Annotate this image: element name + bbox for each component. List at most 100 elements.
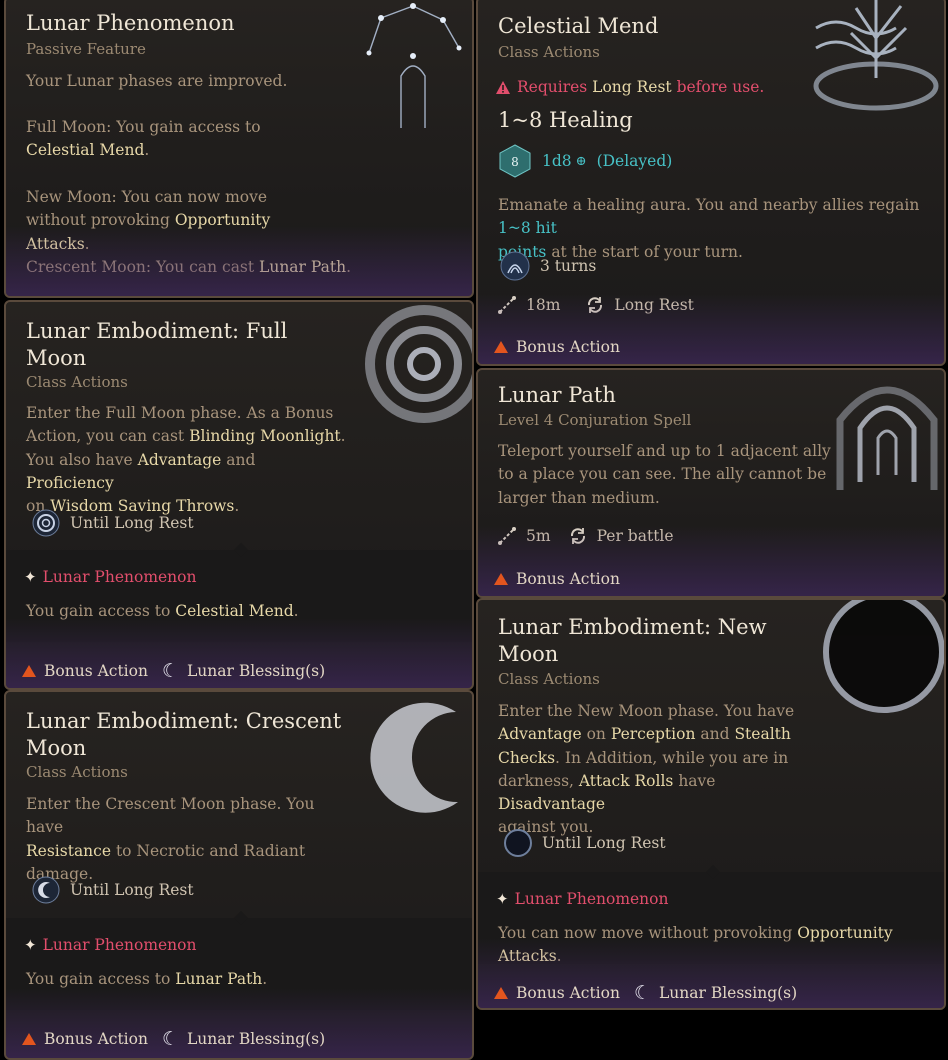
desc-text: to Necrotic and Radiant [111,841,306,860]
description: Teleport yourself and up to 1 adjacent a… [498,440,838,510]
passive-section [6,918,472,1010]
range-label: 18m [526,296,561,314]
desc-line-2: to a place you can see. The ally cannot … [498,465,827,484]
crescent-moon-icon [370,702,458,813]
warning-icon [496,80,510,94]
celestial-mend-link[interactable]: Celestial Mend [175,602,293,620]
description: Enter the Crescent Moon phase. You have … [26,793,346,886]
lunar-path-link[interactable]: Lunar Path [259,258,346,276]
proficiency-link[interactable]: Proficiency [26,474,114,492]
long-rest-link[interactable]: Long Rest [592,78,671,96]
cost-bonus-action: Bonus Action [44,662,148,680]
full-moon-post: . [144,141,150,160]
sun-tree-icon [813,0,939,111]
duration-label: Until Long Rest [70,514,194,532]
bonus-action-triangle-icon [494,341,508,353]
passive-name: Lunar Phenomenon [42,936,197,954]
cost-bonus-action: Bonus Action [516,984,620,1002]
card-title: Lunar Embodiment: Full Moon [26,318,287,372]
desc-line-1: Enter the Full Moon phase. As a Bonus [26,404,334,422]
attack-rolls-link[interactable]: Attack Rolls [579,772,674,790]
cost-lunar-blessing: Lunar Blessing(s) [659,984,798,1002]
desc-line-1: Emanate a healing aura. You and nearby a… [498,194,938,241]
passive-header: ✦ Lunar Phenomenon [24,568,196,586]
blinding-moonlight-link[interactable]: Blinding Moonlight [189,427,341,445]
passive-text: You gain access to Celestial Mend. [26,600,299,623]
healing-amount: 1~8 Healing [498,108,633,132]
card-subtitle: Level 4 Conjuration Spell [498,411,692,429]
passive-text: You can now move without provoking Oppor… [498,922,944,969]
title-line-1: Lunar Embodiment: Full [26,319,288,343]
range-label: 5m [526,527,551,545]
moon-icon: ☾ [633,982,651,1004]
sparkle-icon: ✦ [24,936,37,954]
desc-text: . [340,427,346,446]
recharge-icon [588,297,603,313]
card-subtitle: Class Actions [498,670,600,688]
desc-text: and [221,450,256,469]
desc-line-3: Checks. In Addition, while you are in [498,747,808,770]
range-icon [498,527,516,545]
die-label: 8 [511,155,519,169]
range-icon [498,296,516,314]
desc-line-4: darkness, Attack Rolls have Disadvantage [498,770,808,817]
passive-pre: You can now move without provoking [498,924,798,942]
crescent-pre: Crescent Moon: You can cast [26,258,260,276]
card-lunar-path: Lunar Path Level 4 Conjuration Spell Tel… [476,368,946,598]
desc-line-1: Enter the New Moon phase. You have [498,702,795,720]
cost-lunar-blessing: Lunar Blessing(s) [187,1030,326,1048]
cost-row: Bonus Action [494,338,620,356]
card-full-moon: Lunar Embodiment: Full Moon Class Action… [4,300,474,690]
crescent-status-icon [32,876,60,904]
desc-text: on [581,725,611,744]
sparkle-icon: ✦ [496,890,509,908]
advantage-link[interactable]: Advantage [498,725,582,743]
desc-line-1: Teleport yourself and up to 1 adjacent a… [498,442,831,460]
card-title: Lunar Embodiment: New Moon [498,614,767,668]
resistance-link[interactable]: Resistance [26,842,111,860]
cost-bonus-action: Bonus Action [516,570,620,588]
dice-value: 1d8 [542,152,572,170]
passive-pre: You gain access to [26,970,176,988]
passive-post: . [556,947,562,966]
passive-text: You gain access to Lunar Path. [26,968,267,991]
passive-header: ✦ Lunar Phenomenon [496,890,668,908]
die-icon: 8 [499,144,531,178]
desc-text: darkness, [498,771,579,790]
full-moon-pre: Full Moon: You gain access to [26,118,261,136]
advantage-link[interactable]: Advantage [138,451,222,469]
recharge-label: Long Rest [614,296,694,314]
dice-row: 8 1d8 ⊕ (Delayed) [498,144,672,178]
passive-section [6,550,472,642]
celestial-mend-link[interactable]: Celestial Mend [26,141,144,159]
perception-link[interactable]: Perception [611,725,696,743]
passive-name: Lunar Phenomenon [42,568,197,586]
card-title: Lunar Phenomenon [26,11,235,35]
new-moon-status-icon [504,829,532,857]
description: Enter the Full Moon phase. As a Bonus Ac… [26,402,346,518]
passive-header: ✦ Lunar Phenomenon [24,936,196,954]
cost-row: Bonus Action ☾ Lunar Blessing(s) [22,660,325,682]
desc-line-2: Resistance to Necrotic and Radiant [26,840,346,863]
req-post: before use. [671,78,765,96]
moon-icon: ☾ [161,660,179,682]
constellation-icon [366,3,462,128]
stealth-link[interactable]: Stealth [734,725,790,743]
desc-line-2: Advantage on Perception and Stealth [498,723,808,746]
card-subtitle: Passive Feature [26,40,146,58]
aura-icon [500,251,530,281]
desc-text: Action, you can cast [26,427,190,446]
passive-post: . [262,970,268,988]
card-celestial-mend: Celestial Mend Class Actions Requires Lo… [476,0,946,366]
disadvantage-link[interactable]: Disadvantage [498,795,605,813]
desc-line-1: Enter the Crescent Moon phase. You have [26,795,315,837]
desc-text: have [673,771,716,790]
crescent-post: . [346,258,352,276]
cost-bonus-action: Bonus Action [44,1030,148,1048]
checks-link[interactable]: Checks [498,749,555,767]
requirement-row: Requires Long Rest before use. [496,78,764,96]
lunar-path-link[interactable]: Lunar Path [175,970,262,988]
desc-text: and [695,725,735,744]
desc-text: . [234,497,240,516]
cost-bonus-action: Bonus Action [516,338,620,356]
